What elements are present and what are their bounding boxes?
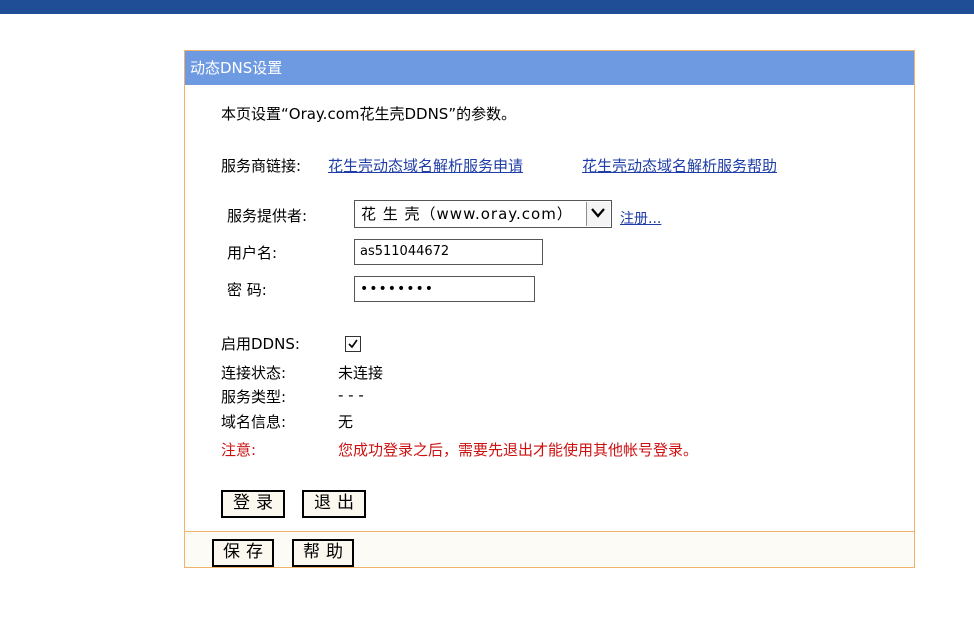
provider-select-value: 花 生 壳（www.oray.com） [361,205,573,223]
checkmark-icon [348,339,358,349]
username-input[interactable]: as511044672 [354,239,543,265]
help-service-link[interactable]: 花生壳动态域名解析服务帮助 [582,155,777,176]
username-label: 用户名: [227,244,278,262]
save-button[interactable]: 保存 [212,539,274,567]
domain-info-value: 无 [338,413,354,431]
register-link[interactable]: 注册... [620,208,661,228]
help-button[interactable]: 帮助 [292,539,354,567]
ddns-settings-panel: 动态DNS设置 本页设置“Oray.com花生壳DDNS”的参数。 服务商链接:… [184,50,915,568]
page-description: 本页设置“Oray.com花生壳DDNS”的参数。 [221,105,517,123]
provider-select[interactable]: 花 生 壳（www.oray.com） [354,200,612,228]
panel-title: 动态DNS设置 [185,51,914,85]
apply-service-link[interactable]: 花生壳动态域名解析服务申请 [328,155,523,176]
password-input[interactable]: •••••••• [354,276,535,302]
provider-label: 服务提供者: [227,207,308,225]
password-label: 密 码: [227,281,267,299]
connection-status-label: 连接状态: [221,364,287,382]
top-bar [0,0,974,14]
chevron-down-icon[interactable] [586,202,610,226]
domain-info-label: 域名信息: [221,413,287,431]
enable-ddns-checkbox[interactable] [345,336,361,352]
note-value: 您成功登录之后，需要先退出才能使用其他帐号登录。 [338,441,699,459]
note-label: 注意: [221,441,257,459]
service-type-label: 服务类型: [221,388,287,406]
enable-ddns-label: 启用DDNS: [221,335,300,353]
connection-status-value: 未连接 [338,364,384,382]
service-type-value: - - - [338,386,364,404]
login-button[interactable]: 登录 [221,490,285,518]
provider-links-label: 服务商链接: [221,157,302,175]
logout-button[interactable]: 退出 [302,490,366,518]
